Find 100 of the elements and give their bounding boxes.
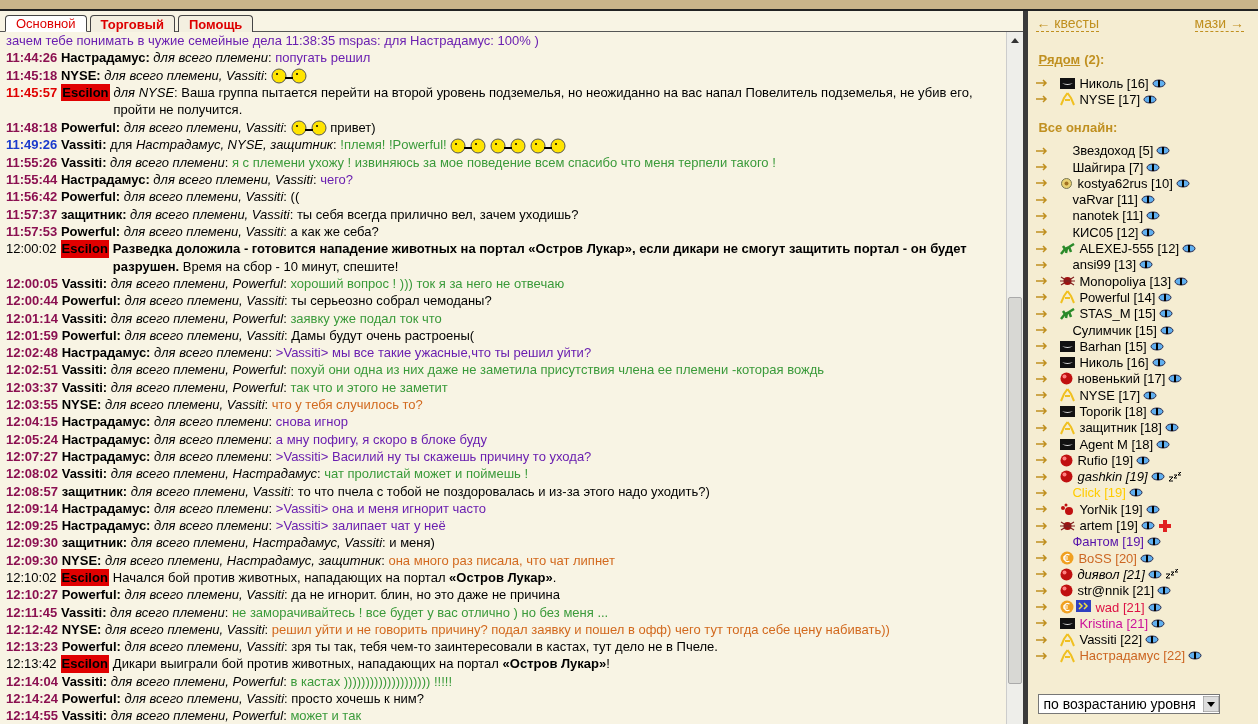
sender-name[interactable]: Настрадамус: [61, 414, 151, 430]
sender-name[interactable]: NYSE: [60, 67, 101, 83]
sender-name[interactable]: Настрадамус: [61, 518, 151, 534]
sender-name[interactable]: Powerful: [60, 224, 121, 240]
user-name[interactable]: Николь [16] [1079, 75, 1149, 91]
dropdown-caret-icon[interactable] [1203, 696, 1220, 713]
eye-icon[interactable] [1158, 292, 1173, 302]
tab[interactable]: Основной [5, 15, 87, 32]
eye-icon[interactable] [1164, 423, 1179, 433]
user-name[interactable]: Kristina [21] [1079, 615, 1149, 631]
eye-icon[interactable] [1145, 504, 1160, 514]
user-name[interactable]: Rufio [19] [1077, 452, 1134, 468]
user-name[interactable]: ALEXEJ-555 [12] [1079, 241, 1180, 256]
eye-icon[interactable] [1140, 195, 1155, 205]
user-name[interactable]: Monopoliya [13] [1079, 273, 1172, 289]
scroll-up-icon[interactable] [1011, 37, 1020, 43]
sender-name[interactable]: Vassiti: [61, 379, 108, 395]
sender-name[interactable]: Vassiti: [61, 275, 108, 291]
eye-icon[interactable] [1150, 472, 1165, 482]
user-name[interactable]: Сулимчик [15] [1072, 322, 1157, 338]
eye-icon[interactable] [1158, 309, 1173, 319]
eye-icon[interactable] [1174, 276, 1189, 286]
user-name[interactable]: vaRvar [11] [1072, 192, 1138, 208]
eye-icon[interactable] [1159, 325, 1174, 335]
sender-name[interactable]: защитник: [61, 483, 128, 499]
tab[interactable]: Торговый [89, 15, 175, 32]
sender-name[interactable]: Настрадамус: [61, 448, 151, 464]
eye-icon[interactable] [1145, 635, 1160, 645]
scrollbar[interactable] [1006, 32, 1024, 724]
user-name[interactable]: YorNik [19] [1079, 501, 1143, 517]
eye-icon[interactable] [1136, 455, 1151, 465]
tab[interactable]: Помощь [177, 15, 254, 32]
sender-name[interactable]: Powerful: [60, 189, 121, 205]
user-name[interactable]: КИС05 [12] [1072, 224, 1139, 240]
eye-icon[interactable] [1139, 553, 1154, 563]
eye-icon[interactable] [1128, 488, 1143, 498]
sender-name[interactable]: Vassiti: [60, 137, 107, 153]
sender-name[interactable]: Powerful: [61, 327, 121, 343]
sender-name[interactable]: Vassiti: [61, 708, 108, 724]
user-name[interactable]: Vassiti [22] [1079, 632, 1143, 648]
user-name[interactable]: защитник [18] [1079, 420, 1162, 436]
sort-select[interactable]: по возрастанию уровня [1038, 694, 1221, 715]
user-name[interactable]: Звездоход [5] [1072, 143, 1154, 159]
eye-icon[interactable] [1143, 94, 1158, 104]
sender-name[interactable]: защитник: [61, 535, 128, 551]
sender-name[interactable]: защитник: [60, 206, 127, 222]
eye-icon[interactable] [1146, 211, 1160, 221]
sender-name[interactable]: Vassiti: [61, 362, 108, 378]
eye-icon[interactable] [1147, 537, 1161, 547]
eye-icon[interactable] [1151, 618, 1166, 628]
user-name[interactable]: NYSE [17] [1079, 91, 1141, 107]
user-name[interactable]: gashkin [19] [1077, 469, 1148, 485]
sender-name[interactable]: Powerful: [61, 691, 121, 707]
user-name[interactable]: Шайгира [7] [1072, 159, 1144, 175]
user-name[interactable]: kostya62rus [10] [1077, 175, 1173, 191]
eye-icon[interactable] [1141, 227, 1156, 237]
eye-icon[interactable] [1168, 374, 1183, 384]
sender-name[interactable]: Powerful: [61, 293, 121, 309]
eye-icon[interactable] [1140, 521, 1155, 531]
sender-name[interactable]: Vassiti: [61, 466, 108, 482]
sender-name[interactable]: Vassiti: [61, 310, 108, 326]
user-name[interactable]: STAS_M [15] [1079, 306, 1156, 322]
sender-name[interactable]: NYSE: [61, 552, 102, 568]
sender-name[interactable]: Настрадамус: [61, 345, 151, 361]
sender-name[interactable]: Настрадамус: [61, 431, 151, 447]
sender-name[interactable]: NYSE: [61, 397, 102, 413]
user-name[interactable]: artem [19] [1079, 518, 1138, 534]
sender-name[interactable]: Powerful: [60, 119, 121, 135]
user-name[interactable]: диявол [21] [1077, 566, 1145, 582]
user-name[interactable]: Agent M [18] [1079, 436, 1154, 452]
sender-name[interactable]: Настрадамус: [60, 50, 150, 66]
sender-name[interactable]: NYSE: [61, 621, 102, 637]
user-name[interactable]: Toporik [18] [1079, 404, 1147, 419]
user-name[interactable]: Powerful [14] [1079, 289, 1156, 305]
sender-name[interactable]: Vassiti: [61, 673, 108, 689]
sender-name[interactable]: Vassiti: [60, 604, 107, 620]
user-name[interactable]: nanotek [11] [1072, 208, 1143, 224]
eye-icon[interactable] [1156, 439, 1171, 449]
user-name[interactable]: Barhan [15] [1079, 338, 1147, 354]
sender-name[interactable]: Настрадамус: [60, 172, 150, 188]
eye-icon[interactable] [1151, 358, 1166, 368]
user-name[interactable]: NYSE [17] [1079, 387, 1141, 403]
user-name[interactable]: ansi99 [13] [1072, 257, 1137, 273]
user-name[interactable]: Николь [16] [1079, 355, 1149, 371]
eye-icon[interactable] [1149, 341, 1164, 351]
sender-name[interactable]: Vassiti: [60, 154, 107, 170]
user-name[interactable]: wad [21] [1095, 599, 1145, 615]
eye-icon[interactable] [1175, 178, 1190, 188]
sender-name[interactable]: Powerful: [61, 587, 121, 603]
user-name[interactable]: новенький [17] [1077, 371, 1166, 387]
sender-name[interactable]: Powerful: [61, 639, 121, 655]
user-name[interactable]: str@nnik [21] [1077, 583, 1155, 599]
eye-icon[interactable] [1151, 78, 1166, 88]
eye-icon[interactable] [1147, 569, 1162, 579]
sender-name[interactable]: Настрадамус: [61, 500, 151, 516]
user-name[interactable]: Фантом [19] [1072, 534, 1144, 550]
eye-icon[interactable] [1156, 146, 1171, 156]
eye-icon[interactable] [1146, 162, 1161, 172]
eye-icon[interactable] [1139, 260, 1154, 270]
eye-icon[interactable] [1188, 651, 1202, 661]
